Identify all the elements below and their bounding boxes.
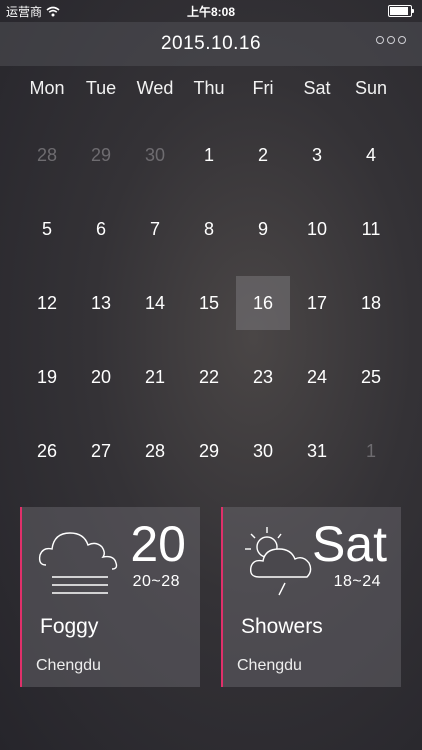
calendar-day[interactable]: 28 [20, 118, 74, 192]
calendar-day-number: 13 [90, 292, 112, 313]
calendar-day[interactable]: 11 [344, 192, 398, 266]
weekday-header: Mon Tue Wed Thu Fri Sat Sun [20, 78, 398, 99]
weekday-label: Mon [29, 78, 65, 98]
weekday-label: Sun [354, 78, 388, 98]
calendar-day-number: 26 [36, 440, 58, 461]
weekday-label: Fri [252, 78, 274, 98]
calendar-day[interactable]: 2 [236, 118, 290, 192]
calendar-day-number: 28 [144, 440, 166, 461]
page-title[interactable]: 2015.10.16 [161, 33, 261, 55]
calendar-day-number: 2 [257, 144, 268, 165]
calendar-day-number: 29 [198, 440, 220, 461]
calendar-day-number: 31 [306, 440, 328, 461]
calendar-day[interactable]: 6 [74, 192, 128, 266]
calendar-day-number: 20 [90, 366, 112, 387]
weekday-label: Sat [303, 78, 331, 98]
calendar-day[interactable]: 20 [74, 340, 128, 414]
calendar-day-number: 12 [36, 292, 58, 313]
weekday-label: Thu [193, 78, 225, 98]
weather-card-forecast[interactable]: Sat 18~24 Showers Chengdu [221, 507, 401, 687]
calendar-day-number: 8 [203, 218, 214, 239]
calendar-day-number: 9 [257, 218, 268, 239]
calendar-day-number: 18 [360, 292, 382, 313]
weekday-label: Tue [85, 78, 117, 98]
day-of-week: Sat [311, 516, 387, 572]
weather-card-today[interactable]: 20 20~28 Foggy Chengdu [20, 507, 200, 687]
temperature-range: 20~28 [132, 573, 180, 590]
calendar-day[interactable]: 31 [290, 414, 344, 488]
calendar-day-number: 1 [203, 144, 214, 165]
calendar-day-number: 27 [90, 440, 112, 461]
calendar-day[interactable]: 4 [344, 118, 398, 192]
calendar-day[interactable]: 7 [128, 192, 182, 266]
fog-cloud-icon [38, 532, 118, 594]
calendar-day[interactable]: 1 [344, 414, 398, 488]
calendar-day[interactable]: 28 [128, 414, 182, 488]
calendar-day-number: 5 [41, 218, 52, 239]
calendar-day[interactable]: 23 [236, 340, 290, 414]
calendar-day-number: 10 [306, 218, 328, 239]
calendar-day[interactable]: 17 [290, 266, 344, 340]
calendar-day[interactable]: 13 [74, 266, 128, 340]
calendar-day-number: 4 [365, 144, 376, 165]
calendar-day-selected[interactable]: 16 [236, 266, 290, 340]
calendar-grid: 28 29 30 1 2 3 4 5 6 7 8 9 10 11 12 13 14 15 16 17 18 19 20 21 2… [20, 118, 398, 488]
calendar-day[interactable]: 24 [290, 340, 344, 414]
calendar-day-number: 1 [365, 440, 376, 461]
calendar-day-number: 29 [90, 144, 112, 165]
calendar-day[interactable]: 18 [344, 266, 398, 340]
calendar-day-number: 14 [144, 292, 166, 313]
calendar-day[interactable]: 5 [20, 192, 74, 266]
calendar-day-number: 11 [361, 218, 381, 239]
calendar-day-number: 25 [360, 366, 382, 387]
calendar-day-number: 7 [149, 218, 160, 239]
calendar-day-number: 15 [198, 292, 220, 313]
calendar-day[interactable]: 1 [182, 118, 236, 192]
status-bar: 运营商 上午8:08 [0, 0, 422, 22]
calendar-day[interactable]: 3 [290, 118, 344, 192]
temperature-range: 18~24 [333, 573, 381, 590]
calendar-day-number: 21 [144, 366, 166, 387]
calendar-day[interactable]: 29 [182, 414, 236, 488]
weather-condition: Showers [241, 615, 323, 638]
calendar-day[interactable]: 12 [20, 266, 74, 340]
calendar-day-number: 16 [252, 292, 274, 313]
more-dot-icon [387, 36, 395, 44]
calendar-day[interactable]: 14 [128, 266, 182, 340]
nav-bar: 2015.10.16 [0, 22, 422, 66]
calendar-day-number: 3 [311, 144, 322, 165]
calendar-day-number: 22 [198, 366, 220, 387]
calendar-day-number: 17 [306, 292, 328, 313]
calendar-day[interactable]: 22 [182, 340, 236, 414]
more-dot-icon [376, 36, 384, 44]
weekday-label: Wed [136, 78, 174, 98]
more-dot-icon [398, 36, 406, 44]
calendar-day-number: 6 [95, 218, 106, 239]
calendar-day[interactable]: 10 [290, 192, 344, 266]
calendar-day-number: 19 [36, 366, 58, 387]
calendar-day[interactable]: 25 [344, 340, 398, 414]
calendar-day[interactable]: 30 [128, 118, 182, 192]
city-label: Chengdu [237, 657, 302, 674]
weather-condition: Foggy [40, 615, 99, 638]
calendar-day[interactable]: 27 [74, 414, 128, 488]
calendar-day[interactable]: 29 [74, 118, 128, 192]
calendar-day[interactable]: 19 [20, 340, 74, 414]
calendar-day[interactable]: 26 [20, 414, 74, 488]
calendar-day[interactable]: 9 [236, 192, 290, 266]
status-time: 上午8:08 [186, 4, 236, 19]
calendar-day-number: 24 [306, 366, 328, 387]
battery-icon [388, 5, 414, 17]
calendar-day[interactable]: 15 [182, 266, 236, 340]
calendar-day-number: 30 [252, 440, 274, 461]
calendar-day-number: 30 [144, 144, 166, 165]
calendar-day[interactable]: 21 [128, 340, 182, 414]
calendar-day-number: 23 [252, 366, 274, 387]
calendar-day-number: 28 [36, 144, 58, 165]
calendar-day[interactable]: 30 [236, 414, 290, 488]
temperature-value: 20 [130, 516, 186, 572]
more-button[interactable] [376, 36, 406, 44]
calendar-day[interactable]: 8 [182, 192, 236, 266]
city-label: Chengdu [36, 657, 101, 674]
